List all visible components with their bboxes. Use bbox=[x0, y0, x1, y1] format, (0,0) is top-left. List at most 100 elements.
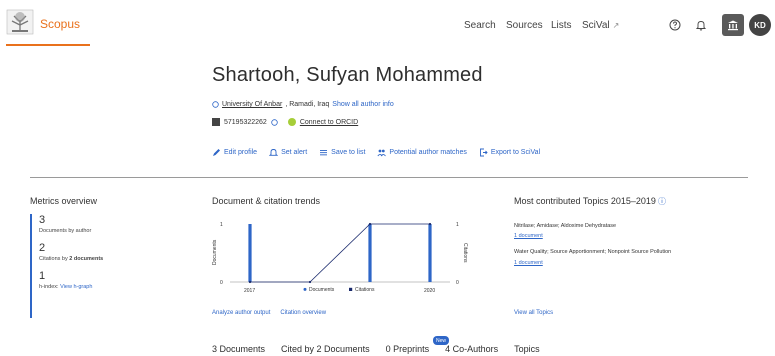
affiliation-link[interactable]: University Of Anbar bbox=[222, 101, 282, 108]
y-left-tick-label: 1 bbox=[220, 222, 223, 228]
nav-sources-label: Sources bbox=[506, 20, 543, 31]
result-tabs: 3 Documents Cited by 2 Documents 0 Prepr… bbox=[212, 344, 540, 354]
citations-count[interactable]: 2 bbox=[39, 242, 180, 255]
chart-links: Analyze author output Citation overview bbox=[212, 310, 326, 316]
potential-author-matches-button[interactable]: Potential author matches bbox=[377, 148, 467, 157]
tab-preprints[interactable]: 0 Preprints bbox=[386, 344, 430, 354]
potential-author-matches-label: Potential author matches bbox=[389, 149, 467, 156]
bell-icon bbox=[695, 21, 707, 31]
document-citation-chart: 0 1 0 1 Documents Citations 2017 2020 Documents C… bbox=[212, 222, 468, 294]
alerts-button[interactable] bbox=[691, 15, 711, 35]
list-icon bbox=[320, 150, 328, 156]
topics-title: Most contributed Topics 2015–2019 ⓘ bbox=[514, 196, 666, 207]
citation-point bbox=[308, 280, 312, 284]
document-bar bbox=[368, 224, 372, 282]
nav-scival-label: SciVal bbox=[582, 20, 610, 31]
author-name: Shartooh, Sufyan Mohammed bbox=[212, 64, 483, 86]
topic-document-link[interactable]: 1 document bbox=[514, 233, 543, 239]
institution-button[interactable] bbox=[722, 14, 744, 36]
topic-name: Water Quality; Source Apportionment; Non… bbox=[514, 249, 672, 255]
author-id: 57195322262 bbox=[224, 118, 267, 126]
y-left-axis-label: Documents bbox=[212, 239, 218, 265]
bell-outline-icon bbox=[269, 149, 279, 156]
citation-point bbox=[248, 280, 252, 284]
metrics-overview: 3 Documents by author 2 Citations by 2 d… bbox=[30, 214, 180, 318]
author-actions: Edit profile Set alert Save to list Pote… bbox=[212, 148, 540, 157]
x-tick-label: 2017 bbox=[244, 288, 255, 294]
topic-document-link[interactable]: 1 document bbox=[514, 260, 543, 266]
save-to-list-button[interactable]: Save to list bbox=[319, 148, 365, 157]
info-icon[interactable] bbox=[271, 118, 278, 126]
citation-point bbox=[368, 222, 372, 226]
legend-documents-swatch bbox=[303, 287, 307, 291]
tab-documents[interactable]: 3 Documents bbox=[212, 344, 265, 354]
export-to-scival-label: Export to SciVal bbox=[490, 149, 541, 156]
tab-co-authors[interactable]: 4 Co-Authors bbox=[445, 344, 498, 354]
topic-name: Nitrilase; Amidase; Aldoxime Dehydratase bbox=[514, 223, 617, 229]
elsevier-tree-icon bbox=[6, 9, 34, 35]
edit-profile-button[interactable]: Edit profile bbox=[212, 148, 257, 157]
scopus-logo[interactable]: Scopus bbox=[6, 8, 90, 46]
external-link-icon: ↗ bbox=[612, 21, 620, 30]
metrics-overview-title: Metrics overview bbox=[30, 196, 98, 206]
location-icon bbox=[212, 101, 219, 108]
id-icon bbox=[212, 118, 220, 126]
affiliation-row: University Of Anbar, Ramadi, Iraq Show a… bbox=[212, 101, 394, 108]
nav-sources[interactable]: Sources bbox=[506, 20, 543, 31]
h-index-label: h-index: bbox=[39, 284, 59, 290]
y-right-axis-label: Citations bbox=[462, 243, 468, 263]
legend-documents-label: Documents bbox=[309, 287, 335, 293]
legend-citations-label: Citations bbox=[355, 287, 375, 293]
analyze-author-output-link[interactable]: Analyze author output bbox=[212, 310, 270, 316]
help-icon bbox=[669, 19, 681, 31]
view-h-graph-link[interactable]: View h-graph bbox=[60, 284, 92, 290]
export-icon bbox=[479, 148, 488, 157]
x-tick-label: 2020 bbox=[424, 288, 435, 294]
nav-scival[interactable]: SciVal ↗ bbox=[582, 20, 619, 31]
new-badge: New bbox=[433, 336, 449, 345]
active-brand-indicator bbox=[6, 44, 90, 46]
citations-line bbox=[250, 223, 430, 283]
nav-search-label: Search bbox=[464, 20, 496, 31]
help-button[interactable] bbox=[665, 15, 685, 35]
affiliation-location: , Ramadi, Iraq bbox=[285, 101, 330, 108]
citations-label-prefix: Citations by bbox=[39, 256, 68, 262]
y-left-tick-label: 0 bbox=[220, 280, 223, 286]
tab-topics[interactable]: Topics bbox=[514, 344, 540, 354]
documents-count-label: Documents by author bbox=[39, 228, 92, 234]
author-id-row: 57195322262 Connect to ORCID bbox=[212, 118, 358, 126]
institution-icon bbox=[728, 20, 738, 31]
top-header: Scopus Search Sources Lists SciVal ↗ KD bbox=[0, 0, 775, 48]
section-divider bbox=[30, 177, 748, 178]
citations-count-label: Citations by 2 documents bbox=[39, 255, 180, 263]
info-icon[interactable]: ⓘ bbox=[658, 197, 666, 206]
h-index-label-row: h-index: View h-graph bbox=[39, 283, 180, 291]
documents-count[interactable]: 3 bbox=[39, 214, 180, 227]
y-right-tick-label: 1 bbox=[456, 222, 459, 228]
nav-lists[interactable]: Lists bbox=[551, 20, 572, 31]
pencil-icon bbox=[213, 149, 220, 156]
tab-cited-by[interactable]: Cited by 2 Documents bbox=[281, 344, 370, 354]
document-bar bbox=[428, 224, 432, 282]
set-alert-label: Set alert bbox=[281, 149, 308, 156]
brand-name: Scopus bbox=[40, 17, 81, 31]
people-icon bbox=[377, 149, 387, 157]
show-author-info-link[interactable]: Show all author info bbox=[332, 101, 393, 108]
view-all-topics-link[interactable]: View all Topics bbox=[514, 310, 553, 316]
trends-title: Document & citation trends bbox=[212, 196, 321, 206]
save-to-list-label: Save to list bbox=[331, 149, 366, 156]
citations-label-documents: 2 documents bbox=[69, 256, 104, 262]
export-to-scival-button[interactable]: Export to SciVal bbox=[479, 148, 540, 157]
citation-overview-link[interactable]: Citation overview bbox=[280, 310, 326, 316]
document-bar bbox=[248, 224, 252, 282]
nav-lists-label: Lists bbox=[551, 20, 572, 31]
edit-profile-label: Edit profile bbox=[224, 149, 258, 156]
orcid-icon bbox=[287, 118, 296, 126]
citation-point bbox=[428, 222, 432, 226]
set-alert-button[interactable]: Set alert bbox=[269, 148, 307, 157]
nav-search[interactable]: Search bbox=[464, 20, 496, 31]
connect-orcid-link[interactable]: Connect to ORCID bbox=[300, 119, 358, 126]
topics-title-text: Most contributed Topics 2015–2019 bbox=[514, 196, 656, 206]
h-index-value: 1 bbox=[39, 270, 46, 282]
user-avatar[interactable]: KD bbox=[749, 14, 771, 36]
